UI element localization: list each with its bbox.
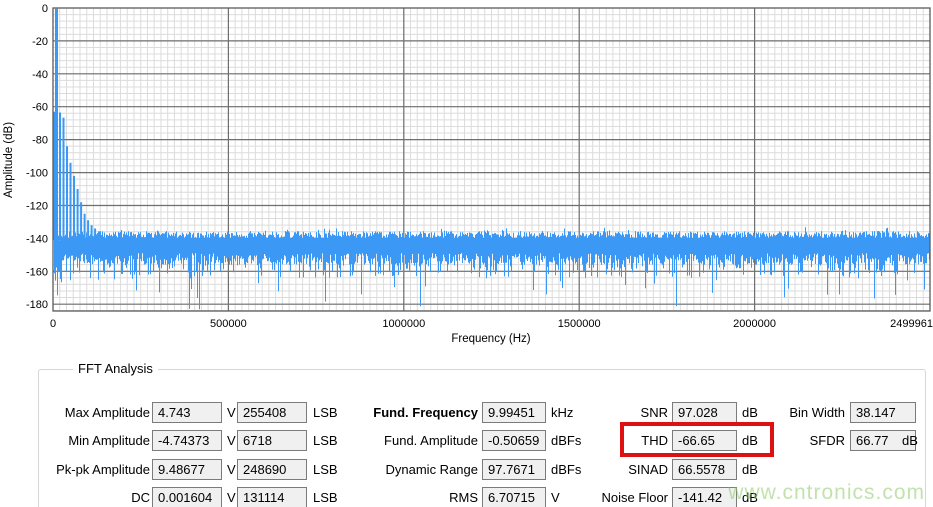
field-unit-sfdr: dB: [902, 430, 918, 451]
x-tick-label: 1500000: [558, 318, 601, 330]
fft-spectrum-chart: 0-20-40-60-80-100-120-140-160-1800500000…: [0, 0, 933, 356]
y-tick-label: -180: [26, 299, 48, 311]
fft-analysis-legend: FFT Analysis: [73, 361, 158, 377]
field-label-sfdr: SFDR: [585, 430, 845, 451]
x-axis-title: Frequency (Hz): [451, 333, 530, 345]
x-tick-label: 2499961: [890, 318, 933, 330]
field-max-amplitude[interactable]: 4.743: [152, 402, 222, 423]
field-pk-pk-amplitude[interactable]: 9.48677: [152, 459, 222, 480]
watermark: www.cntronics.com: [728, 481, 925, 505]
x-tick-label: 1000000: [382, 318, 425, 330]
fft-analyzer-window: 0-20-40-60-80-100-120-140-160-1800500000…: [0, 0, 933, 507]
y-tick-label: 0: [42, 3, 48, 15]
y-tick-label: -100: [26, 168, 48, 180]
field-unit-sinad: dB: [742, 459, 758, 480]
y-tick-label: -160: [26, 266, 48, 278]
y-tick-label: -40: [32, 69, 48, 81]
field-label-bin-width: Bin Width: [585, 402, 845, 423]
field-label-noise-floor: Noise Floor: [408, 487, 668, 507]
y-axis-title: Amplitude (dB): [3, 122, 15, 198]
field-min-amplitude[interactable]: -4.74373: [152, 430, 222, 451]
x-tick-label: 0: [50, 318, 56, 330]
y-tick-label: -120: [26, 200, 48, 212]
field-sinad[interactable]: 66.5578: [672, 459, 737, 480]
x-tick-label: 500000: [210, 318, 247, 330]
x-tick-label: 2000000: [733, 318, 776, 330]
field-label-max-amplitude: Max Amplitude: [0, 402, 150, 423]
field-label-dc: DC: [0, 487, 150, 507]
y-tick-label: -140: [26, 233, 48, 245]
field-bin-width[interactable]: 38.147: [850, 402, 916, 423]
field-label-pk-pk-amplitude: Pk-pk Amplitude: [0, 459, 150, 480]
axis-tick-labels: 0-20-40-60-80-100-120-140-160-1800500000…: [26, 3, 933, 330]
field-dc[interactable]: 0.001604: [152, 487, 222, 507]
y-tick-label: -60: [32, 102, 48, 114]
field-label-min-amplitude: Min Amplitude: [0, 430, 150, 451]
y-tick-label: -80: [32, 135, 48, 147]
field-label-sinad: SINAD: [408, 459, 668, 480]
y-tick-label: -20: [32, 36, 48, 48]
